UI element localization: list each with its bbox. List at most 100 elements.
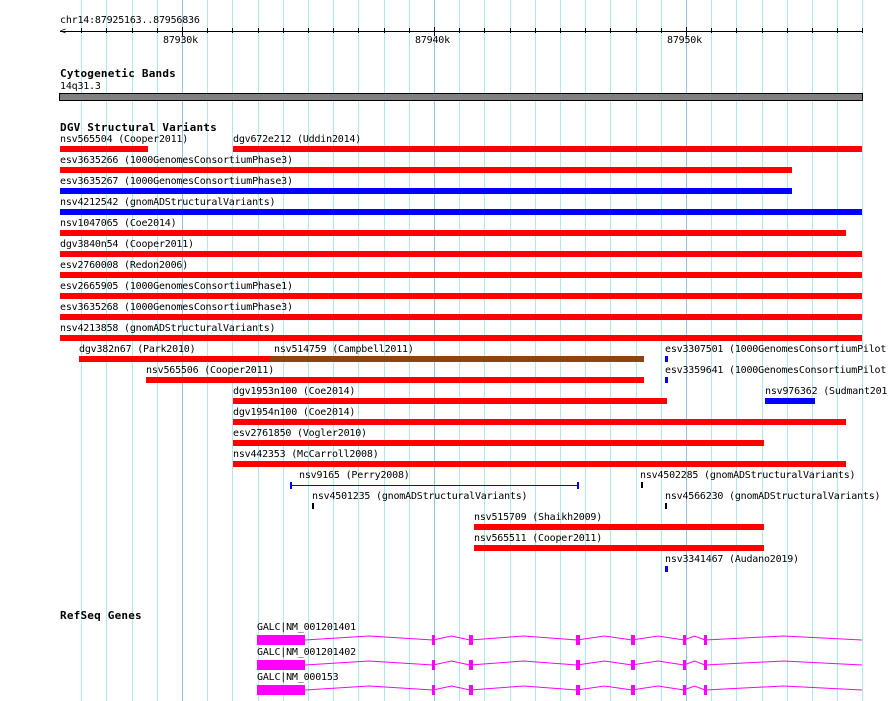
variant-bar[interactable] [60,251,862,257]
ruler-tick [132,28,133,33]
gridline [636,0,637,701]
tick-label: 87930k [163,35,198,46]
variant-label: dgv1953n100 (Coe2014) [233,386,356,397]
variant-bar[interactable] [146,377,644,383]
variant-label: nsv514759 (Campbell2011) [274,344,414,355]
ruler-tick [157,28,158,33]
variant-bar[interactable] [474,524,764,530]
gridline [560,0,561,701]
ruler-tick [787,28,788,33]
variant-label: nsv1047065 (Coe2014) [60,218,177,229]
gridline [258,0,259,701]
variant-bar[interactable] [665,356,668,362]
variant-bar[interactable] [665,566,668,572]
variant-label: nsv565511 (Cooper2011) [474,533,603,544]
variant-bar[interactable] [665,503,667,509]
ruler-tick [812,28,813,33]
gridline [484,0,485,701]
intron-line [304,660,863,666]
utr-exon [257,685,305,695]
location-label: chr14:87925163..87956836 [60,15,200,26]
variant-label: nsv4212542 (gnomADStructuralVariants) [60,197,276,208]
cytoband-bar[interactable] [59,93,863,101]
variant-bar[interactable] [312,503,314,509]
variant-bar[interactable] [270,356,644,362]
exon [631,685,635,695]
ruler-tick [862,28,863,33]
ruler-tick [484,28,485,33]
intron-line [304,685,863,691]
gridline [610,0,611,701]
gridline [232,0,233,701]
gridline [535,0,536,701]
exon [469,660,473,670]
ruler-tick [409,28,410,33]
exon [469,635,473,645]
variant-bar[interactable] [60,167,792,173]
gridline [510,0,511,701]
ruler-tick [358,28,359,33]
exon [704,660,707,670]
utr-exon [257,635,305,645]
variant-bar[interactable] [60,146,148,152]
variant-bar[interactable] [60,188,792,194]
gridline [585,0,586,701]
variant-label: esv3307501 (1000GenomesConsortiumPilot [665,344,887,355]
exon [683,685,686,695]
ruler-tick [560,28,561,33]
variant-label: dgv3840n54 (Cooper2011) [60,239,194,250]
gene-label: GALC|NM_001201402 [257,647,356,658]
exon [432,685,435,695]
variant-bar[interactable] [79,356,270,362]
ruler-tick [81,28,82,33]
exon [576,660,580,670]
variant-bar[interactable] [60,335,862,341]
gene-model [257,685,863,695]
variant-label: nsv565504 (Cooper2011) [60,134,189,145]
exon [576,635,580,645]
track-title[interactable]: DGV Structural Variants [60,121,217,134]
variant-bar[interactable] [233,398,667,404]
tick-label: 87950k [667,35,702,46]
variant-bar[interactable] [665,377,668,383]
arrow-left-icon[interactable]: < [60,27,66,37]
variant-bar[interactable] [765,398,815,404]
variant-label: nsv565506 (Cooper2011) [146,365,275,376]
track-title[interactable]: Cytogenetic Bands [60,67,176,80]
exon [469,685,473,695]
variant-bar[interactable] [474,545,764,551]
variant-bar[interactable] [60,314,862,320]
exon [631,635,635,645]
variant-bar[interactable] [60,209,862,215]
variant-bar[interactable] [641,482,643,488]
variant-end-cap [577,482,579,489]
exon [432,635,435,645]
intron-line [304,635,863,641]
ruler-axis [60,31,862,32]
ruler-tick [636,28,637,33]
gridline [661,0,662,701]
variant-label: nsv442353 (McCarroll2008) [233,449,379,460]
variant-bar[interactable] [60,293,862,299]
tick-label: 87940k [415,35,450,46]
band-label: 14q31.3 [60,81,101,92]
variant-bar[interactable] [233,419,846,425]
variant-label: esv3635266 (1000GenomesConsortiumPhase3) [60,155,293,166]
ruler-tick [510,28,511,33]
ruler-tick [736,28,737,33]
variant-bar[interactable] [233,440,764,446]
track-title[interactable]: RefSeq Genes [60,609,142,622]
variant-bar[interactable] [60,230,846,236]
ruler-tick [459,28,460,33]
ruler-tick [610,28,611,33]
variant-label: esv2760008 (Redon2006) [60,260,189,271]
ruler-tick [661,28,662,33]
exon [704,685,707,695]
variant-label: nsv4502285 (gnomADStructuralVariants) [640,470,856,481]
variant-bar[interactable] [233,461,846,467]
variant-bar[interactable] [60,272,862,278]
variant-bar[interactable] [290,485,577,486]
variant-label: nsv4566230 (gnomADStructuralVariants) [665,491,881,502]
variant-bar[interactable] [233,146,862,152]
exon [683,660,686,670]
